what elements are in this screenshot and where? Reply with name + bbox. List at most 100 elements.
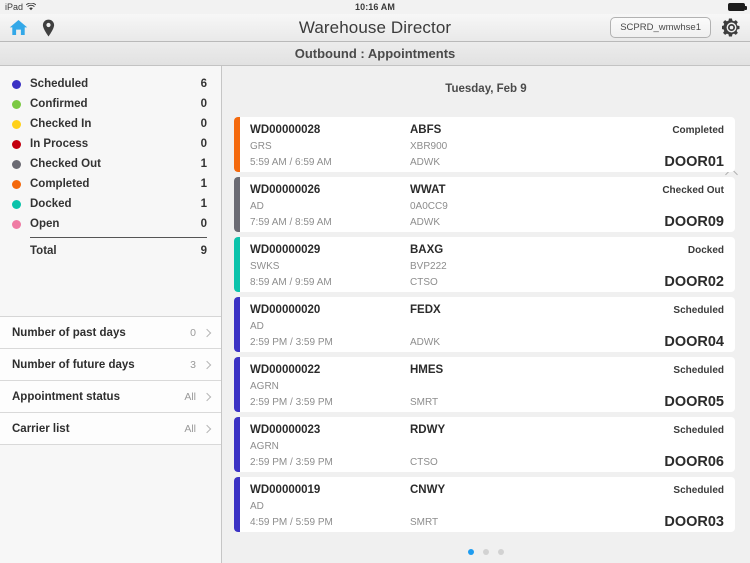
appointment-card[interactable]: WD00000028 ABFS Completed GRS XBR900 5:59 AM …	[234, 117, 735, 172]
legend-label: Scheduled	[30, 78, 89, 90]
status-dot-icon	[12, 219, 21, 229]
door-assignment: DOOR09	[664, 214, 724, 230]
breadcrumb: Outbound : Appointments	[0, 42, 750, 66]
status-dot-icon	[12, 139, 21, 149]
legend-count: 0	[200, 98, 207, 110]
legend-label: Confirmed	[30, 98, 88, 110]
appointment-id: WD00000026	[250, 184, 321, 196]
reference-code: XBR900	[410, 140, 448, 152]
door-assignment: DOOR02	[664, 274, 724, 290]
appointment-row-secondary: AD	[250, 498, 724, 514]
filter-label: Carrier list	[12, 422, 70, 435]
filter-row[interactable]: Appointment status All	[0, 381, 221, 413]
appointment-card-body: WD00000022 HMES Scheduled AGRN 2:59 PM / 3:5…	[240, 357, 735, 412]
carrier-code: HMES	[410, 364, 444, 376]
appointment-row-primary: WD00000023 RDWY Scheduled	[250, 422, 724, 438]
legend-label: In Process	[30, 138, 89, 150]
legend-row[interactable]: Checked In 0	[0, 114, 221, 134]
sidebar: Scheduled 6 Confirmed 0 Checked In 0 In Proces…	[0, 66, 222, 563]
appointment-card[interactable]: WD00000026 WWAT Checked Out AD 0A0CC9 7:59 AM…	[234, 177, 735, 232]
legend-row[interactable]: In Process 0	[0, 134, 221, 154]
legend-count: 1	[200, 178, 207, 190]
filter-row[interactable]: Carrier list All	[0, 413, 221, 445]
filter-row[interactable]: Number of future days 3	[0, 349, 221, 381]
page-dot[interactable]	[498, 549, 504, 555]
page-dot[interactable]	[468, 549, 474, 555]
carrier-code: WWAT	[410, 184, 446, 196]
appointment-row-primary: WD00000019 CNWY Scheduled	[250, 482, 724, 498]
reference-code: 0A0CC9	[410, 200, 448, 212]
appointment-row-primary: WD00000020 FEDX Scheduled	[250, 302, 724, 318]
reference-code: BVP222	[410, 260, 447, 272]
legend-label: Docked	[30, 198, 72, 210]
legend-count: 0	[200, 118, 207, 130]
appointment-row-secondary: AD	[250, 318, 724, 334]
date-header: Tuesday, Feb 9	[445, 83, 527, 95]
appointment-type: CTSO	[410, 276, 438, 288]
appointment-row-primary: WD00000028 ABFS Completed	[250, 122, 724, 138]
door-assignment: DOOR03	[664, 514, 724, 530]
appointment-card[interactable]: WD00000023 RDWY Scheduled AGRN 2:59 PM / 3:5…	[234, 417, 735, 472]
appointment-card-body: WD00000023 RDWY Scheduled AGRN 2:59 PM / 3:5…	[240, 417, 735, 472]
appointment-card[interactable]: WD00000020 FEDX Scheduled AD 2:59 PM / 3:59 …	[234, 297, 735, 352]
legend-total-label: Total	[30, 245, 57, 257]
appointment-time-window: 4:59 PM / 5:59 PM	[250, 516, 333, 528]
environment-button[interactable]: SCPRD_wmwhse1	[610, 17, 711, 38]
appointment-row-secondary: GRS XBR900	[250, 138, 724, 154]
appointment-type: ADWK	[410, 336, 440, 348]
battery-icon	[728, 3, 747, 11]
appointment-row-secondary: SWKS BVP222	[250, 258, 724, 274]
legend-row[interactable]: Scheduled 6	[0, 74, 221, 94]
appointment-row-primary: WD00000022 HMES Scheduled	[250, 362, 724, 378]
appointment-card[interactable]: WD00000022 HMES Scheduled AGRN 2:59 PM / 3:5…	[234, 357, 735, 412]
app-root: iPad 10:16 AM Warehouse Director SCPRD_w…	[0, 0, 750, 563]
location-pin-icon[interactable]	[42, 19, 55, 37]
door-assignment: DOOR05	[664, 394, 724, 410]
door-assignment: DOOR04	[664, 334, 724, 350]
appointment-time-window: 2:59 PM / 3:59 PM	[250, 396, 333, 408]
status-bar-clock: 10:16 AM	[355, 2, 395, 12]
filter-value: All	[184, 390, 196, 403]
status-badge: Scheduled	[673, 484, 724, 496]
legend-row[interactable]: Checked Out 1	[0, 154, 221, 174]
legend-row[interactable]: Docked 1	[0, 194, 221, 214]
appointment-row-tertiary: 5:59 AM / 6:59 AM ADWK DOOR01	[250, 154, 724, 170]
home-icon[interactable]	[9, 19, 28, 36]
appointment-type: SMRT	[410, 396, 439, 408]
appointment-id: WD00000029	[250, 244, 321, 256]
appointment-type: CTSO	[410, 456, 438, 468]
status-badge: Scheduled	[673, 304, 724, 316]
appointment-row-tertiary: 2:59 PM / 3:59 PM ADWK DOOR04	[250, 334, 724, 350]
appointment-id: WD00000023	[250, 424, 321, 436]
appointment-card-body: WD00000028 ABFS Completed GRS XBR900 5:59 AM …	[240, 117, 735, 172]
status-dot-icon	[12, 159, 21, 169]
nav-right-group: SCPRD_wmwhse1	[610, 17, 741, 38]
gear-icon[interactable]	[722, 18, 741, 37]
filter-label: Appointment status	[12, 390, 120, 403]
app-nav-bar: Warehouse Director SCPRD_wmwhse1	[0, 14, 750, 42]
carrier-code: FEDX	[410, 304, 441, 316]
page-indicator	[222, 549, 750, 555]
door-assignment: DOOR01	[664, 154, 724, 170]
carrier-code: BAXG	[410, 244, 444, 256]
filter-row[interactable]: Number of past days 0	[0, 317, 221, 349]
appointment-id: WD00000028	[250, 124, 321, 136]
legend-row[interactable]: Completed 1	[0, 174, 221, 194]
status-badge: Checked Out	[662, 184, 724, 196]
appointment-row-tertiary: 4:59 PM / 5:59 PM SMRT DOOR03	[250, 514, 724, 530]
appointment-card[interactable]: WD00000019 CNWY Scheduled AD 4:59 PM / 5:59 …	[234, 477, 735, 532]
appointment-card[interactable]: WD00000029 BAXG Docked SWKS BVP222 8:59 AM / …	[234, 237, 735, 292]
filter-value: All	[184, 422, 196, 435]
appointment-row-tertiary: 8:59 AM / 9:59 AM CTSO DOOR02	[250, 274, 724, 290]
status-dot-icon	[12, 79, 21, 89]
legend-row[interactable]: Open 0	[0, 214, 221, 234]
legend-label: Checked In	[30, 118, 92, 130]
carrier-code: ABFS	[410, 124, 442, 136]
appointment-row-secondary: AGRN	[250, 438, 724, 454]
filter-value: 0	[190, 326, 196, 339]
ios-status-bar: iPad 10:16 AM	[0, 0, 750, 14]
appointment-time-window: 8:59 AM / 9:59 AM	[250, 276, 332, 288]
page-dot[interactable]	[483, 549, 489, 555]
door-assignment: DOOR06	[664, 454, 724, 470]
legend-row[interactable]: Confirmed 0	[0, 94, 221, 114]
